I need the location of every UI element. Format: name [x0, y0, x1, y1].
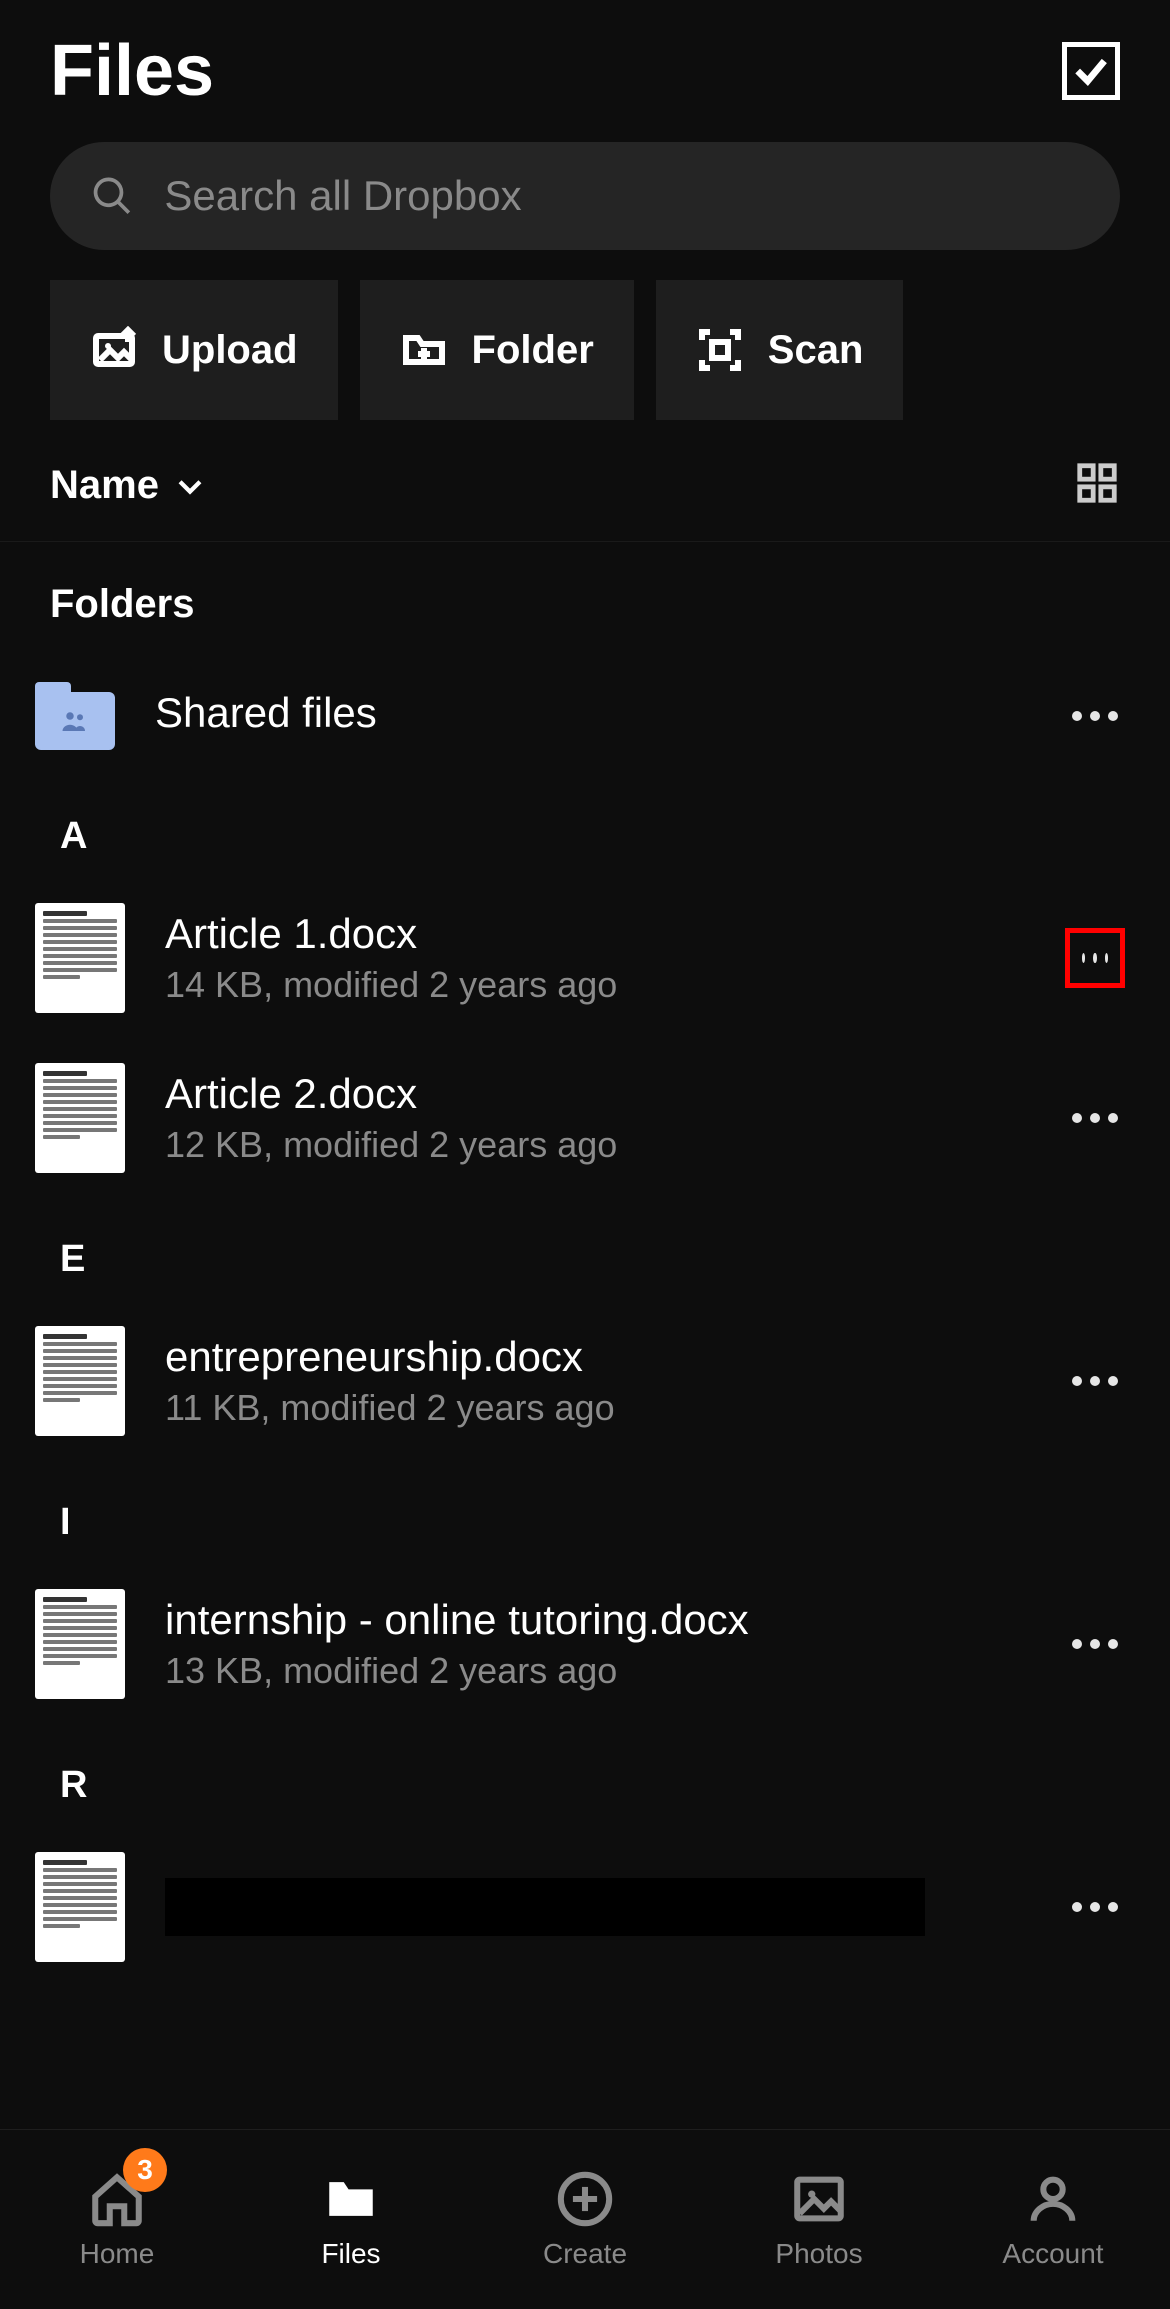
document-icon [35, 1589, 125, 1699]
file-meta: 13 KB, modified 2 years ago [165, 1650, 1025, 1692]
upload-button[interactable]: Upload [50, 280, 338, 420]
scan-icon [696, 326, 744, 374]
file-meta: 11 KB, modified 2 years ago [165, 1387, 1025, 1429]
nav-photos[interactable]: Photos [702, 2130, 936, 2309]
plus-circle-icon [556, 2170, 614, 2228]
letter-header: I [0, 1461, 1170, 1564]
action-label: Folder [472, 328, 594, 373]
grid-view-button[interactable] [1074, 460, 1120, 511]
photos-icon [790, 2170, 848, 2228]
nav-create[interactable]: Create [468, 2130, 702, 2309]
more-menu-button[interactable] [1065, 1351, 1125, 1411]
file-name: internship - online tutoring.docx [165, 1596, 1025, 1644]
nav-label: Home [80, 2238, 155, 2270]
file-meta: 14 KB, modified 2 years ago [165, 964, 1025, 1006]
more-menu-button[interactable] [1065, 686, 1125, 746]
chevron-down-icon [173, 469, 207, 503]
page-title: Files [50, 30, 214, 112]
nav-files[interactable]: Files [234, 2130, 468, 2309]
document-icon [35, 903, 125, 1013]
checkmark-icon [1071, 51, 1111, 91]
file-name: entrepreneurship.docx [165, 1333, 1025, 1381]
more-menu-button[interactable] [1065, 1877, 1125, 1937]
document-icon [35, 1852, 125, 1962]
nav-label: Create [543, 2238, 627, 2270]
account-icon [1024, 2170, 1082, 2228]
upload-icon [90, 326, 138, 374]
nav-home[interactable]: 3 Home [0, 2130, 234, 2309]
file-name: Article 2.docx [165, 1070, 1025, 1118]
file-row[interactable] [0, 1827, 1170, 1987]
nav-label: Files [321, 2238, 380, 2270]
sort-button[interactable]: Name [50, 463, 207, 508]
bottom-nav: 3 Home Files Create Photos Account [0, 2129, 1170, 2309]
home-badge: 3 [123, 2148, 167, 2192]
nav-label: Account [1002, 2238, 1103, 2270]
grid-icon [1074, 460, 1120, 506]
folder-name: Shared files [155, 689, 1025, 737]
folder-plus-icon [400, 326, 448, 374]
search-bar[interactable] [50, 142, 1120, 250]
file-meta: 12 KB, modified 2 years ago [165, 1124, 1025, 1166]
select-mode-button[interactable] [1062, 42, 1120, 100]
folder-icon [322, 2170, 380, 2228]
file-row[interactable]: internship - online tutoring.docx 13 KB, … [0, 1564, 1170, 1724]
shared-folder-icon [35, 682, 115, 750]
search-icon [90, 172, 134, 220]
letter-header: A [0, 775, 1170, 878]
folder-row[interactable]: Shared files [0, 657, 1170, 775]
more-menu-button[interactable] [1065, 1614, 1125, 1674]
letter-header: E [0, 1198, 1170, 1301]
nav-label: Photos [775, 2238, 862, 2270]
file-name-redacted [165, 1878, 925, 1936]
scan-button[interactable]: Scan [656, 280, 904, 420]
document-icon [35, 1326, 125, 1436]
action-label: Scan [768, 328, 864, 373]
action-label: Upload [162, 328, 298, 373]
new-folder-button[interactable]: Folder [360, 280, 634, 420]
file-name: Article 1.docx [165, 910, 1025, 958]
more-menu-button[interactable] [1065, 928, 1125, 988]
folders-section-header: Folders [0, 542, 1170, 657]
file-row[interactable]: Article 2.docx 12 KB, modified 2 years ag… [0, 1038, 1170, 1198]
more-menu-button[interactable] [1065, 1088, 1125, 1148]
document-icon [35, 1063, 125, 1173]
nav-account[interactable]: Account [936, 2130, 1170, 2309]
file-row[interactable]: Article 1.docx 14 KB, modified 2 years ag… [0, 878, 1170, 1038]
search-input[interactable] [164, 172, 1080, 220]
file-row[interactable]: entrepreneurship.docx 11 KB, modified 2 y… [0, 1301, 1170, 1461]
sort-label: Name [50, 463, 159, 508]
letter-header: R [0, 1724, 1170, 1827]
